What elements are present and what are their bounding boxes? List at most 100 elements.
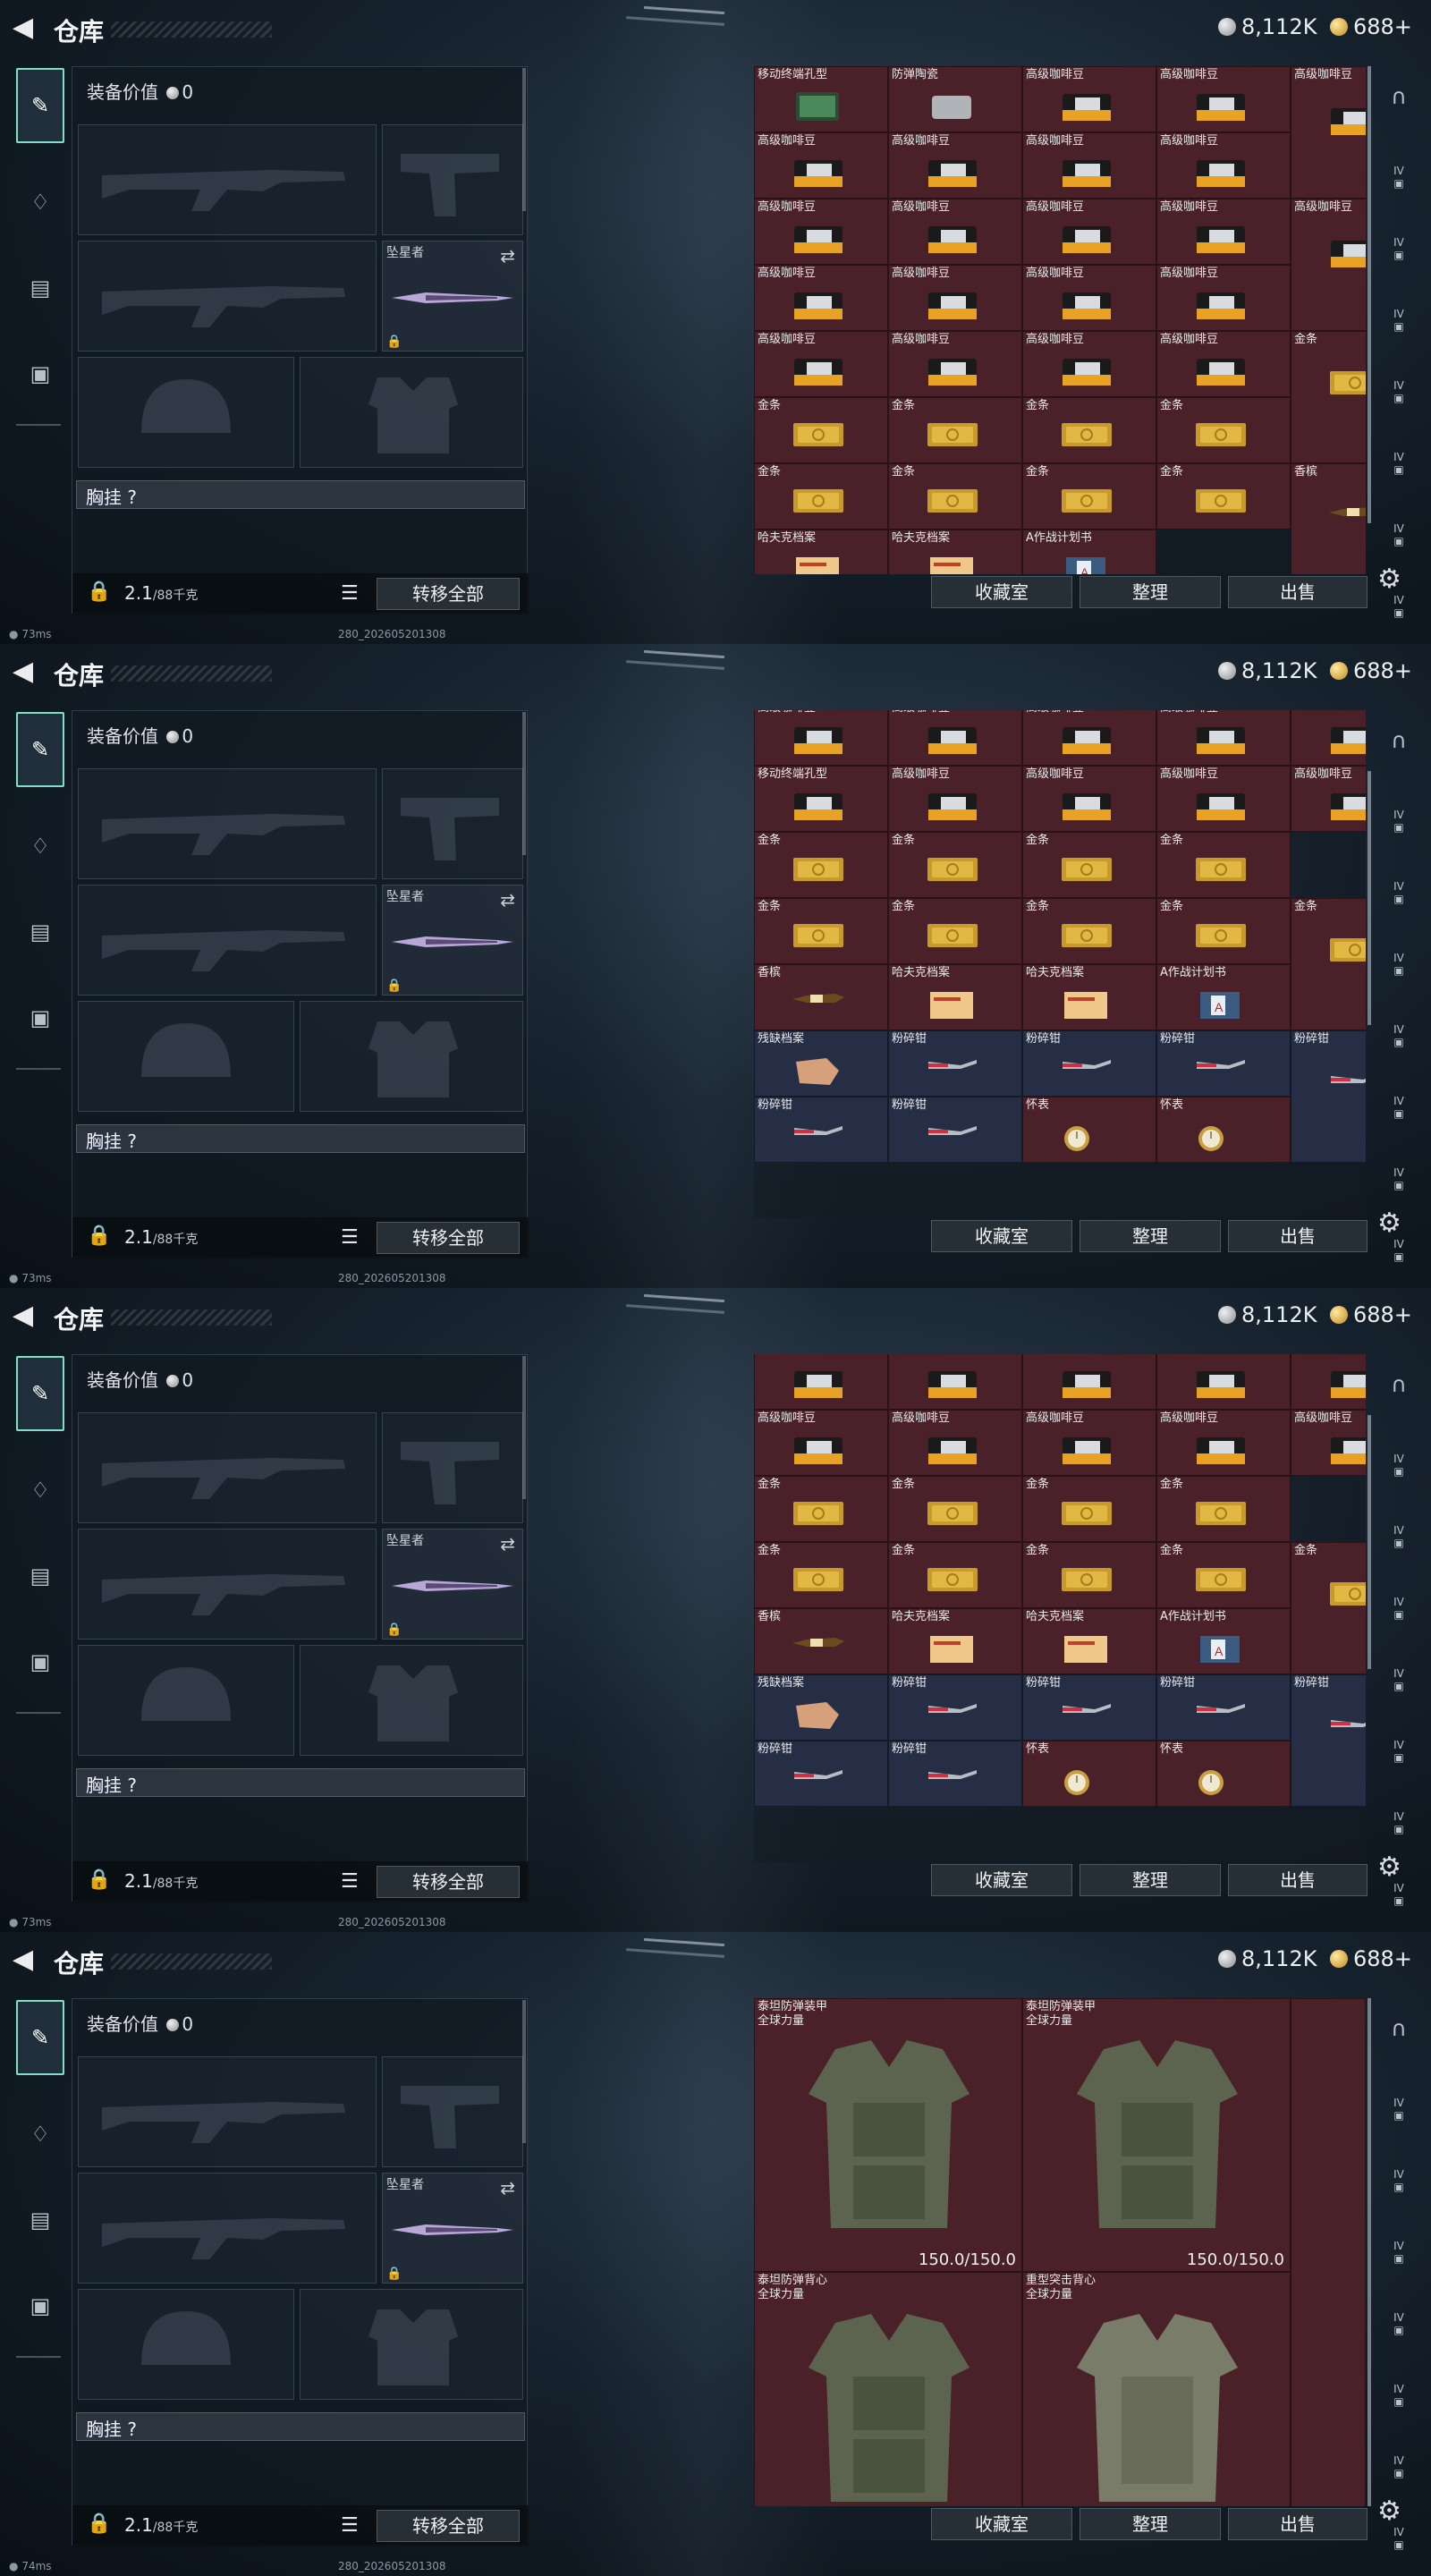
- inventory-item[interactable]: [1291, 1354, 1366, 1410]
- collection-room-button[interactable]: 收藏室: [931, 1220, 1072, 1252]
- inventory-item[interactable]: 金条: [888, 397, 1022, 463]
- tab-toolbox[interactable]: ▣: [16, 980, 64, 1055]
- body-armor-slot[interactable]: [300, 1645, 523, 1756]
- list-icon[interactable]: ☰: [341, 1870, 359, 1893]
- tab-armor[interactable]: ♢: [16, 1453, 64, 1528]
- inventory-item[interactable]: 高级咖啡豆: [1022, 132, 1156, 199]
- inventory-item[interactable]: 怀表: [1022, 1741, 1156, 1807]
- sell-button[interactable]: 出售: [1228, 1220, 1367, 1252]
- inventory-item[interactable]: [754, 1354, 888, 1410]
- chest-rig-header[interactable]: 胸挂 ?: [76, 1124, 525, 1153]
- side-tab-3[interactable]: IV ▣: [1381, 1667, 1417, 1703]
- inventory-item[interactable]: 金条: [754, 898, 888, 964]
- inventory-item[interactable]: 高级咖啡豆: [1022, 265, 1156, 331]
- primary-weapon-slot[interactable]: [78, 124, 377, 235]
- gold-currency[interactable]: 688+: [1330, 1946, 1412, 1971]
- back-icon[interactable]: ◀: [13, 14, 33, 41]
- pistol-slot[interactable]: [382, 1412, 523, 1523]
- inventory-item[interactable]: 粉碎钳: [1022, 1030, 1156, 1097]
- gold-currency[interactable]: 688+: [1330, 658, 1412, 683]
- side-tab-5[interactable]: IV ▣: [1381, 522, 1417, 558]
- storage-tab[interactable]: ∩: [1381, 728, 1417, 764]
- inventory-item[interactable]: 金条: [1156, 463, 1291, 530]
- side-tab-3[interactable]: IV ▣: [1381, 2311, 1417, 2347]
- inventory-item[interactable]: 金条: [754, 1542, 888, 1608]
- side-tab-5[interactable]: IV ▣: [1381, 1166, 1417, 1202]
- tab-backpack[interactable]: ▤: [16, 1538, 64, 1614]
- inventory-item[interactable]: 重型突击背心 全球力量: [1022, 2272, 1291, 2506]
- sort-button[interactable]: 整理: [1080, 1864, 1221, 1896]
- list-icon[interactable]: ☰: [341, 1226, 359, 1249]
- side-tab-5[interactable]: IV ▣: [1381, 2454, 1417, 2490]
- tab-toolbox[interactable]: ▣: [16, 2268, 64, 2343]
- tab-weapons[interactable]: ✎: [16, 68, 64, 143]
- inventory-item[interactable]: 泰坦防弹背心 全球力量: [754, 2272, 1022, 2506]
- inventory-item[interactable]: 高级咖啡豆: [1156, 331, 1291, 397]
- side-tab-6[interactable]: IV ▣: [1381, 594, 1417, 630]
- inventory-item[interactable]: 高级咖啡豆: [888, 199, 1022, 265]
- melee-slot[interactable]: 坠星者 ⇄ 🔒: [382, 1529, 523, 1640]
- helmet-slot[interactable]: [78, 357, 294, 468]
- side-tab-2[interactable]: IV ▣: [1381, 308, 1417, 343]
- inventory-item[interactable]: 高级咖啡豆: [1156, 710, 1291, 766]
- side-tab-4[interactable]: IV ▣: [1381, 1095, 1417, 1131]
- inventory-item[interactable]: 高级咖啡豆: [888, 132, 1022, 199]
- inventory-item[interactable]: 高级咖啡豆: [754, 331, 888, 397]
- inventory-item[interactable]: [888, 1354, 1022, 1410]
- tab-armor[interactable]: ♢: [16, 165, 64, 240]
- storage-tab[interactable]: ∩: [1381, 84, 1417, 120]
- side-tab-4[interactable]: IV ▣: [1381, 451, 1417, 487]
- back-icon[interactable]: ◀: [13, 1946, 33, 1973]
- inventory-item[interactable]: 哈夫克档案: [888, 530, 1022, 574]
- inventory-item[interactable]: 金条: [888, 898, 1022, 964]
- inventory-item[interactable]: 金条: [754, 1476, 888, 1542]
- back-icon[interactable]: ◀: [13, 1302, 33, 1329]
- inventory-item[interactable]: 高级咖啡豆: [754, 132, 888, 199]
- side-tab-2[interactable]: IV ▣: [1381, 1596, 1417, 1631]
- inventory-item[interactable]: 金条: [754, 397, 888, 463]
- helmet-slot[interactable]: [78, 2289, 294, 2400]
- side-tab-1[interactable]: IV ▣: [1381, 1524, 1417, 1560]
- tab-armor[interactable]: ♢: [16, 809, 64, 884]
- side-tab-5[interactable]: IV ▣: [1381, 1810, 1417, 1846]
- side-tab-2[interactable]: IV ▣: [1381, 952, 1417, 987]
- inventory-item[interactable]: 高级咖啡豆: [888, 710, 1022, 766]
- inventory-item[interactable]: 高级咖啡豆: [1022, 766, 1156, 832]
- inventory-item[interactable]: 金条: [888, 832, 1022, 898]
- inventory-item[interactable]: 残缺档案: [754, 1030, 888, 1097]
- secondary-weapon-slot[interactable]: [78, 2173, 377, 2284]
- inventory-item[interactable]: 金条: [754, 463, 888, 530]
- primary-weapon-slot[interactable]: [78, 768, 377, 879]
- side-tab-6[interactable]: IV ▣: [1381, 2526, 1417, 2562]
- inventory-item[interactable]: 粉碎钳: [888, 1674, 1022, 1741]
- back-icon[interactable]: ◀: [13, 658, 33, 685]
- inventory-item[interactable]: 高级咖啡豆: [1291, 766, 1366, 832]
- inventory-item[interactable]: 高级咖啡豆: [1156, 132, 1291, 199]
- side-tab-3[interactable]: IV ▣: [1381, 1023, 1417, 1059]
- inventory-item[interactable]: 香槟: [1291, 463, 1366, 574]
- inventory-item[interactable]: 怀表: [1022, 1097, 1156, 1163]
- inventory-item[interactable]: A作战计划书 A: [1022, 530, 1156, 574]
- list-icon[interactable]: ☰: [341, 2514, 359, 2537]
- inventory-item[interactable]: A作战计划书 A: [1156, 964, 1291, 1030]
- inventory-item[interactable]: 金条: [888, 463, 1022, 530]
- inventory-item[interactable]: 移动终端孔型: [754, 66, 888, 132]
- secondary-weapon-slot[interactable]: [78, 1529, 377, 1640]
- side-tab-6[interactable]: IV ▣: [1381, 1882, 1417, 1918]
- inventory-item[interactable]: 粉碎钳: [888, 1741, 1022, 1807]
- melee-slot[interactable]: 坠星者 ⇄ 🔒: [382, 885, 523, 996]
- chest-rig-header[interactable]: 胸挂 ?: [76, 2412, 525, 2441]
- side-tab-4[interactable]: IV ▣: [1381, 1739, 1417, 1775]
- inventory-item[interactable]: 高级咖啡豆: [1156, 199, 1291, 265]
- inventory-scrollbar[interactable]: [1367, 66, 1371, 524]
- tab-toolbox[interactable]: ▣: [16, 336, 64, 411]
- body-armor-slot[interactable]: [300, 2289, 523, 2400]
- sort-button[interactable]: 整理: [1080, 576, 1221, 608]
- inventory-item[interactable]: 高级咖啡豆: [754, 710, 888, 766]
- gold-currency[interactable]: 688+: [1330, 14, 1412, 39]
- side-tab-0[interactable]: IV ▣: [1381, 809, 1417, 844]
- inventory-item[interactable]: 金条: [1156, 832, 1291, 898]
- side-tab-0[interactable]: IV ▣: [1381, 2097, 1417, 2132]
- tab-backpack[interactable]: ▤: [16, 250, 64, 326]
- settings-gear-icon[interactable]: ⚙: [1377, 1208, 1401, 1239]
